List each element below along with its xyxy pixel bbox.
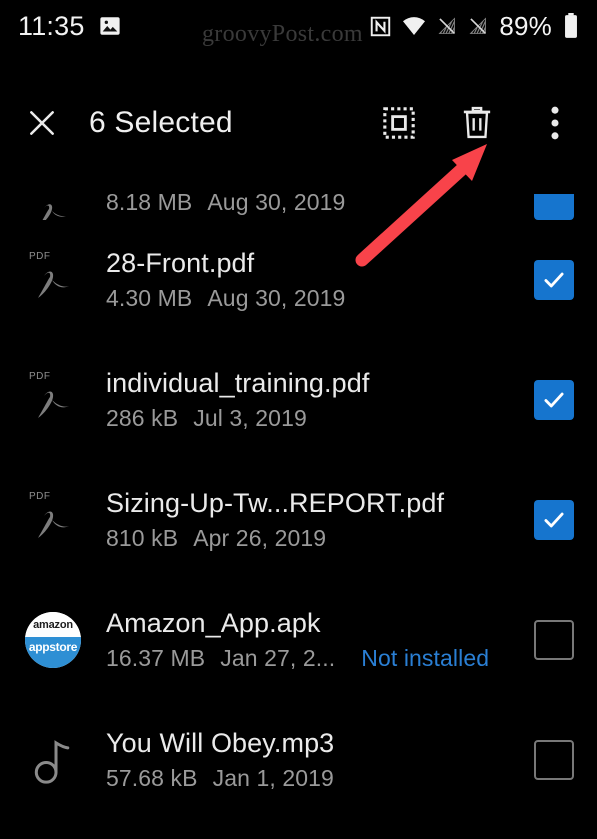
checkbox-checked[interactable] — [534, 500, 574, 540]
file-info: You Will Obey.mp3 57.68 kB Jan 1, 2019 — [106, 728, 511, 792]
table-row[interactable]: PDF individual_training.pdf 286 kB Jul 3… — [0, 340, 597, 460]
battery-icon — [563, 13, 579, 39]
row-checkbox-container[interactable] — [511, 620, 597, 660]
row-checkbox-container[interactable] — [511, 260, 597, 300]
file-info: individual_training.pdf 286 kB Jul 3, 20… — [106, 368, 511, 432]
table-row[interactable]: 8.18 MB Aug 30, 2019 — [0, 160, 597, 220]
file-info: Sizing-Up-Tw...REPORT.pdf 810 kB Apr 26,… — [106, 488, 511, 552]
install-status-badge: Not installed — [361, 644, 490, 671]
file-date: Apr 26, 2019 — [193, 524, 327, 551]
file-name: Amazon_App.apk — [106, 608, 321, 639]
pdf-label: PDF — [29, 251, 51, 262]
file-name: individual_training.pdf — [106, 368, 370, 399]
checkbox-unchecked[interactable] — [534, 740, 574, 780]
file-meta: 286 kB Jul 3, 2019 — [106, 405, 511, 432]
amazon-wordmark: amazon — [25, 612, 81, 638]
file-info: 28-Front.pdf 4.30 MB Aug 30, 2019 — [106, 248, 511, 312]
pdf-label: PDF — [29, 371, 51, 382]
delete-button[interactable] — [457, 103, 497, 143]
pdf-label: PDF — [29, 491, 51, 502]
table-row[interactable]: You Will Obey.mp3 57.68 kB Jan 1, 2019 — [0, 700, 597, 820]
battery-percent: 89% — [499, 10, 552, 41]
pdf-icon: PDF — [22, 249, 84, 311]
wifi-icon — [402, 16, 426, 36]
checkbox-checked[interactable] — [534, 380, 574, 420]
table-row[interactable]: PDF 28-Front.pdf 4.30 MB Aug 30, 2019 — [0, 220, 597, 340]
file-date: Aug 30, 2019 — [207, 284, 346, 311]
file-date: Aug 30, 2019 — [207, 189, 346, 215]
pdf-icon: PDF — [22, 369, 84, 431]
amazon-appstore-icon: amazon appstore — [22, 609, 84, 671]
file-date: Jan 1, 2019 — [212, 764, 334, 791]
file-date: Jan 27, 2... — [220, 644, 336, 671]
file-size: 286 kB — [106, 404, 179, 431]
overflow-menu-button[interactable] — [535, 103, 575, 143]
music-note-icon — [22, 729, 84, 791]
table-row[interactable]: PDF Sizing-Up-Tw...REPORT.pdf 810 kB Apr… — [0, 460, 597, 580]
select-all-button[interactable] — [379, 103, 419, 143]
file-list: 8.18 MB Aug 30, 2019 PDF 28-Front.pdf 4.… — [0, 160, 597, 820]
file-size: 4.30 MB — [106, 284, 193, 311]
file-meta: 16.37 MB Jan 27, 2... Not installed — [106, 645, 511, 672]
checkbox-unchecked[interactable] — [534, 620, 574, 660]
file-size: 57.68 kB — [106, 764, 198, 791]
file-size: 16.37 MB — [106, 644, 206, 671]
file-info: 8.18 MB Aug 30, 2019 — [106, 189, 511, 216]
row-checkbox-container[interactable] — [511, 380, 597, 420]
selection-count-title: 6 Selected — [89, 106, 233, 139]
signal-off-icon — [437, 16, 457, 36]
checkbox-checked[interactable] — [534, 260, 574, 300]
pdf-icon — [22, 186, 84, 220]
row-checkbox-container[interactable] — [511, 500, 597, 540]
signal-off-icon — [468, 16, 488, 36]
phone-screen: 11:35 89% groovyPost.com 6 Selected 8.18… — [0, 0, 597, 839]
action-bar-buttons — [379, 103, 575, 143]
selection-action-bar: 6 Selected — [0, 92, 597, 154]
row-checkbox-container[interactable] — [511, 194, 597, 220]
row-checkbox-container[interactable] — [511, 740, 597, 780]
status-bar-right: 89% — [370, 11, 579, 42]
file-name: You Will Obey.mp3 — [106, 728, 335, 759]
file-meta: 810 kB Apr 26, 2019 — [106, 525, 511, 552]
file-name: 28-Front.pdf — [106, 248, 255, 279]
image-notification-icon — [99, 15, 121, 37]
file-meta: 8.18 MB Aug 30, 2019 — [106, 189, 511, 216]
checkbox-checked[interactable] — [534, 194, 574, 220]
appstore-wordmark: appstore — [25, 637, 81, 668]
pdf-icon: PDF — [22, 489, 84, 551]
table-row[interactable]: amazon appstore Amazon_App.apk 16.37 MB … — [0, 580, 597, 700]
file-info: Amazon_App.apk 16.37 MB Jan 27, 2... Not… — [106, 608, 511, 672]
file-size: 8.18 MB — [106, 189, 193, 215]
status-bar: 11:35 89% — [0, 0, 597, 52]
file-date: Jul 3, 2019 — [193, 404, 307, 431]
file-meta: 57.68 kB Jan 1, 2019 — [106, 765, 511, 792]
status-bar-left: 11:35 — [18, 11, 121, 42]
file-size: 810 kB — [106, 524, 179, 551]
file-name: Sizing-Up-Tw...REPORT.pdf — [106, 488, 445, 519]
nfc-icon — [370, 16, 391, 37]
status-clock: 11:35 — [18, 10, 85, 41]
close-selection-button[interactable] — [22, 103, 62, 143]
file-meta: 4.30 MB Aug 30, 2019 — [106, 285, 511, 312]
